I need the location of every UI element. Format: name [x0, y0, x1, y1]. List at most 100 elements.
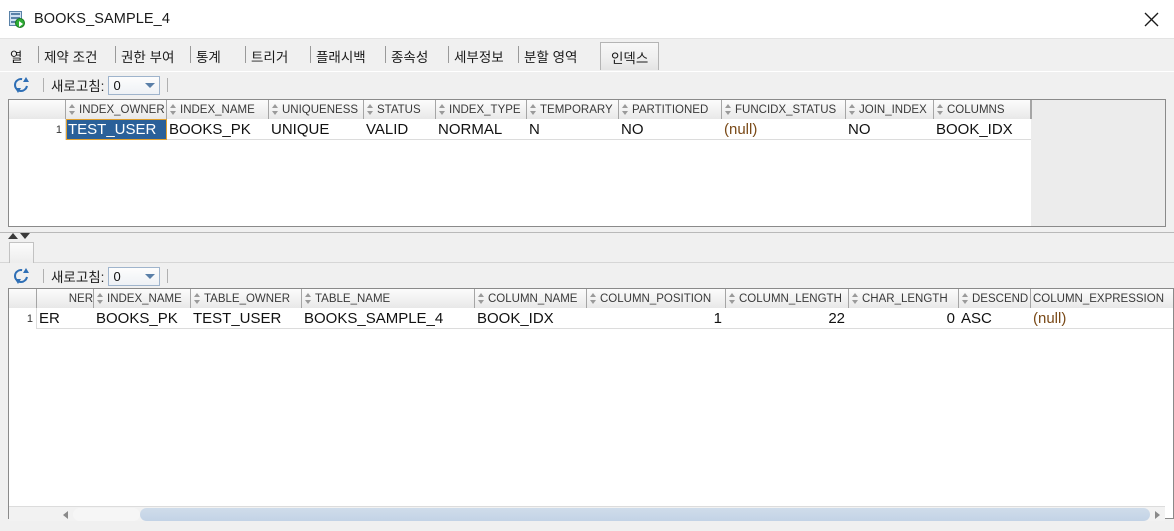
refresh-icon[interactable]: [11, 75, 31, 95]
index-detail-subtab-bar: [0, 241, 1174, 263]
chevron-down-icon: [145, 82, 156, 88]
cell-index-owner[interactable]: TEST_USER: [66, 119, 167, 140]
col-header-label: TABLE_NAME: [315, 292, 391, 305]
scroll-thumb[interactable]: [140, 508, 1150, 521]
col-header-status[interactable]: STATUS: [364, 100, 436, 119]
col-header-index-owner-partial[interactable]: NER: [37, 289, 94, 308]
table-row[interactable]: 1 ER BOOKS_PK TEST_USER BOOKS_SAMPLE_4 B…: [9, 308, 1173, 329]
col-header-column-length[interactable]: COLUMN_LENGTH: [726, 289, 849, 308]
col-header-label: PARTITIONED: [632, 103, 709, 116]
horizontal-scrollbar[interactable]: [9, 506, 1165, 521]
panel-splitter[interactable]: [0, 231, 1174, 240]
col-header-index-name[interactable]: INDEX_NAME: [167, 100, 269, 119]
tab-label: 플래시백: [316, 49, 366, 65]
cell-table-owner[interactable]: TEST_USER: [191, 308, 302, 329]
col-header-uniqueness[interactable]: UNIQUENESS: [269, 100, 364, 119]
cell-index-name[interactable]: BOOKS_PK: [94, 308, 191, 329]
refresh-interval-combo[interactable]: 0: [108, 266, 161, 286]
cell-column-expression[interactable]: (null): [1031, 308, 1173, 329]
sort-icon: [961, 292, 970, 305]
close-button[interactable]: [1128, 0, 1174, 38]
grid-corner-header[interactable]: [9, 289, 37, 308]
grid-body-filler: [1031, 119, 1165, 226]
scroll-track-left[interactable]: [73, 508, 140, 521]
refresh-label: 새로고침:: [51, 79, 105, 94]
cell-column-name[interactable]: BOOK_IDX: [475, 308, 587, 329]
table-row[interactable]: 1 TEST_USER BOOKS_PK UNIQUE VALID NORMAL…: [9, 119, 1165, 140]
grid-header-filler: [1031, 100, 1165, 119]
col-header-label: INDEX_OWNER: [79, 103, 165, 116]
col-header-label: COLUMN_POSITION: [600, 292, 712, 305]
col-header-label: JOIN_INDEX: [859, 103, 927, 116]
toolbar-divider-2: [167, 78, 169, 92]
col-header-label: UNIQUENESS: [282, 103, 359, 116]
col-header-table-owner[interactable]: TABLE_OWNER: [191, 289, 302, 308]
cell-join-index[interactable]: NO: [846, 119, 934, 140]
tab-indexes[interactable]: 인덱스: [600, 42, 660, 70]
col-header-label: COLUMN_NAME: [488, 292, 578, 305]
cell-column-position[interactable]: 1: [587, 308, 726, 329]
tab-details[interactable]: 세부정보: [448, 43, 510, 68]
col-header-column-name[interactable]: COLUMN_NAME: [475, 289, 587, 308]
cell-columns[interactable]: BOOK_IDX: [934, 119, 1031, 140]
chevron-down-icon: [145, 273, 156, 279]
col-header-partitioned[interactable]: PARTITIONED: [619, 100, 722, 119]
tab-dependencies[interactable]: 종속성: [385, 43, 434, 68]
cell-partitioned[interactable]: NO: [619, 119, 722, 140]
tab-grants[interactable]: 권한 부여: [115, 43, 180, 68]
cell-temporary[interactable]: N: [527, 119, 619, 140]
col-header-funcidx-status[interactable]: FUNCIDX_STATUS: [722, 100, 846, 119]
sort-icon: [477, 292, 486, 305]
col-header-index-owner[interactable]: INDEX_OWNER: [66, 100, 167, 119]
grid-corner-header[interactable]: [9, 100, 66, 119]
cell-column-length[interactable]: 22: [726, 308, 849, 329]
refresh-interval-combo[interactable]: 0: [108, 75, 161, 95]
col-header-index-name[interactable]: INDEX_NAME: [94, 289, 191, 308]
collapse-down-icon[interactable]: [20, 233, 30, 239]
sort-icon: [271, 103, 280, 116]
tab-label: 권한 부여: [121, 49, 175, 65]
sort-icon: [724, 103, 733, 116]
col-header-table-name[interactable]: TABLE_NAME: [302, 289, 475, 308]
col-header-label: TABLE_OWNER: [204, 292, 291, 305]
tab-constraints[interactable]: 제약 조건: [38, 43, 103, 68]
col-header-columns[interactable]: COLUMNS: [934, 100, 1031, 119]
scroll-left-icon[interactable]: [58, 507, 73, 522]
cell-status[interactable]: VALID: [364, 119, 436, 140]
tab-statistics[interactable]: 통계: [190, 43, 227, 68]
subtab-columns[interactable]: [9, 242, 34, 263]
col-header-join-index[interactable]: JOIN_INDEX: [846, 100, 934, 119]
tab-label: 세부정보: [454, 49, 504, 65]
cell-uniqueness[interactable]: UNIQUE: [269, 119, 364, 140]
cell-index-type[interactable]: NORMAL: [436, 119, 527, 140]
cell-char-length[interactable]: 0: [849, 308, 959, 329]
toolbar-divider: [43, 269, 44, 283]
col-header-label: INDEX_NAME: [180, 103, 255, 116]
collapse-up-icon[interactable]: [8, 233, 18, 239]
tab-label: 통계: [196, 49, 221, 65]
col-header-char-length[interactable]: CHAR_LENGTH: [849, 289, 959, 308]
index-grid[interactable]: INDEX_OWNER INDEX_NAME UNIQUENESS STATUS…: [8, 99, 1166, 227]
col-header-index-type[interactable]: INDEX_TYPE: [436, 100, 527, 119]
sort-icon: [728, 292, 737, 305]
col-header-label: TEMPORARY: [540, 103, 613, 116]
col-header-label: COLUMN_LENGTH: [739, 292, 842, 305]
tab-triggers[interactable]: 트리거: [245, 43, 294, 68]
table-run-icon: [9, 11, 25, 28]
cell-funcidx-status[interactable]: (null): [722, 119, 846, 140]
tab-partitions[interactable]: 분할 영역: [518, 43, 583, 68]
refresh-icon[interactable]: [11, 266, 31, 286]
tab-flashback[interactable]: 플래시백: [310, 43, 372, 68]
cell-descend[interactable]: ASC: [959, 308, 1031, 329]
sort-icon: [169, 103, 178, 116]
col-header-temporary[interactable]: TEMPORARY: [527, 100, 619, 119]
scroll-right-icon[interactable]: [1150, 507, 1165, 522]
col-header-descend[interactable]: DESCEND: [959, 289, 1031, 308]
index-columns-grid[interactable]: NER INDEX_NAME TABLE_OWNER TABLE_NAME CO…: [8, 288, 1174, 519]
col-header-label: DESCEND: [972, 292, 1029, 305]
col-header-column-expression[interactable]: COLUMN_EXPRESSION: [1031, 289, 1173, 308]
col-header-column-position[interactable]: COLUMN_POSITION: [587, 289, 726, 308]
cell-index-owner-partial[interactable]: ER: [37, 308, 94, 329]
cell-table-name[interactable]: BOOKS_SAMPLE_4: [302, 308, 475, 329]
cell-index-name[interactable]: BOOKS_PK: [167, 119, 269, 140]
